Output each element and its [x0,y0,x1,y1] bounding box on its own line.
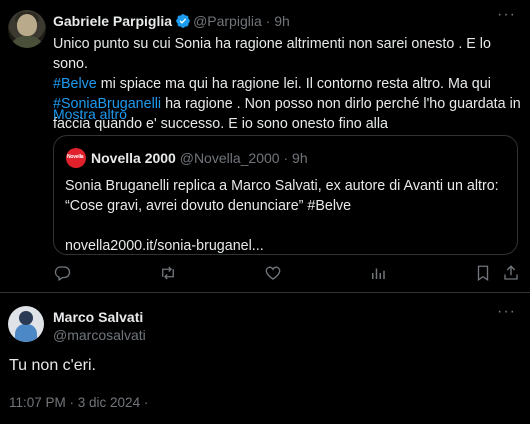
views-icon[interactable] [369,264,387,282]
tweet-line: Unico punto su cui Sonia ha ragione altr… [53,36,491,72]
reply-author-name[interactable]: Marco Salvati [53,309,143,325]
tweet-line: #Belve mi spiace ma qui ha ragione lei. … [53,74,523,94]
author-handle[interactable]: @Parpiglia [193,13,262,29]
avatar[interactable] [8,10,46,48]
tweet-line-text: mi spiace ma qui ha ragione lei. Il cont… [96,76,491,92]
reply-author-handle[interactable]: @marcosalvati [53,327,146,343]
avatar-shirt [10,36,44,48]
quoted-line: Sonia Bruganelli replica a Marco Salvati… [65,178,499,194]
dot-separator: · [283,150,289,166]
tweet-header: Gabriele Parpiglia @Parpiglia · 9h [53,13,290,32]
verified-badge-icon [175,13,191,32]
reply-text: Tu non c'eri. [9,357,96,374]
quoted-avatar-logo: Novella [67,154,84,160]
avatar-body [15,324,37,342]
quoted-avatar: Novella [66,148,86,168]
quoted-header: Novella 2000 @Novella_2000 · 9h [91,150,308,166]
avatar-head [19,311,33,325]
tweet-line-text: ha ragione . Non posso non dirlo perché … [161,96,521,112]
quoted-tweet[interactable]: Novella Novella 2000 @Novella_2000 · 9h … [53,135,518,255]
tweet-card[interactable]: Gabriele Parpiglia @Parpiglia · 9h ··· Un… [0,0,530,292]
avatar-face [17,14,37,36]
quoted-author-name: Novella 2000 [91,150,176,166]
quoted-author-handle: @Novella_2000 [179,150,280,166]
tweet-timestamp[interactable]: 11:07 PM · 3 dic 2024 · [9,395,148,410]
share-icon[interactable] [502,264,520,282]
bookmark-icon[interactable] [474,264,492,282]
more-options-icon[interactable]: ··· [497,303,516,321]
reply-avatar[interactable] [8,306,44,342]
reply-icon[interactable] [53,264,71,282]
quoted-link[interactable]: novella2000.it/sonia-bruganel... [65,236,510,256]
author-name[interactable]: Gabriele Parpiglia [53,13,172,29]
action-bar [53,264,518,286]
dot-separator: · [265,13,271,29]
hashtag-link[interactable]: #Belve [53,76,97,92]
quoted-text: Sonia Bruganelli replica a Marco Salvati… [65,176,510,256]
quoted-line: “Cose gravi, avrei dovuto denunciare” #B… [65,198,352,214]
divider [0,292,530,293]
more-options-icon[interactable]: ··· [497,6,516,24]
retweet-icon[interactable] [159,264,177,282]
tweet-time[interactable]: 9h [274,13,290,29]
show-more-link[interactable]: Mostra altro [53,106,127,122]
quoted-time: 9h [292,150,308,166]
like-icon[interactable] [264,264,282,282]
